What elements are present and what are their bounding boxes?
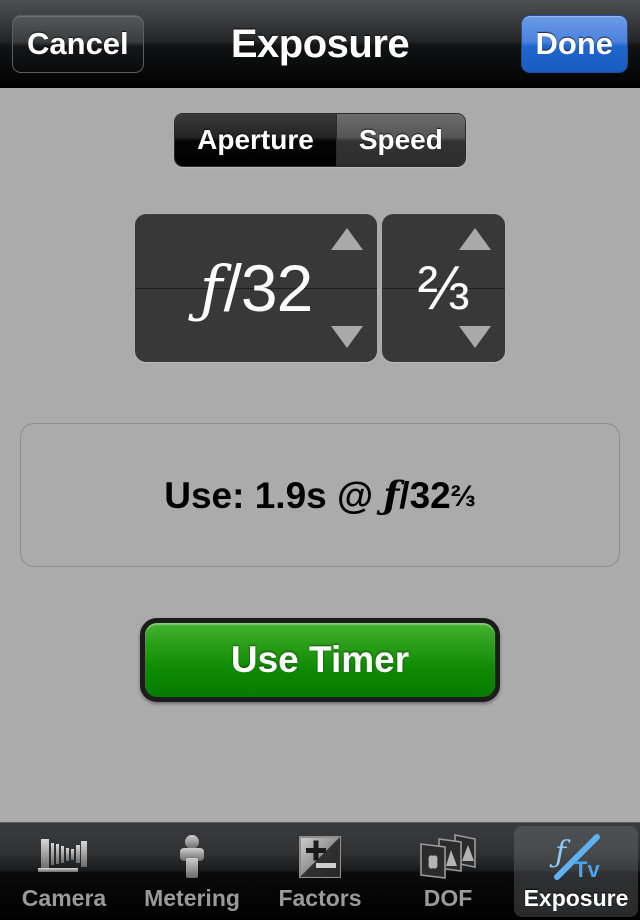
- mode-segmented-control-container: Aperture Speed: [0, 113, 640, 167]
- aperture-fraction-stepper[interactable]: ⅔: [382, 214, 505, 362]
- tab-exposure-label: Exposure: [523, 885, 629, 911]
- cancel-button-label: Cancel: [27, 25, 129, 61]
- use-timer-label: Use Timer: [230, 639, 410, 680]
- plus-minus-icon: [296, 831, 344, 883]
- result-prefix: Use: 1.9s @: [164, 475, 384, 516]
- tab-dof-label: DOF: [423, 885, 473, 911]
- segment-aperture-label: Aperture: [197, 124, 314, 155]
- result-aperture: /32: [399, 475, 451, 516]
- page-title-text: Exposure: [230, 21, 410, 66]
- tab-metering[interactable]: Metering: [130, 826, 254, 917]
- tab-camera-label: Camera: [21, 885, 107, 911]
- view-camera-icon: [33, 831, 95, 883]
- navigation-bar: Cancel Exposure Done: [0, 0, 640, 88]
- segment-speed-label: Speed: [358, 124, 443, 155]
- done-button[interactable]: Done: [520, 14, 628, 73]
- use-timer-container: Use Timer: [0, 618, 640, 702]
- done-button-label: Done: [535, 25, 614, 61]
- triangle-down-icon[interactable]: [459, 326, 491, 348]
- cancel-button[interactable]: Cancel: [12, 14, 144, 73]
- result-panel: Use: 1.9s @ ƒ/32⅔: [20, 423, 620, 567]
- exposure-screen: Cancel Exposure Done Aperture Speed ƒ /3…: [0, 0, 640, 920]
- result-text: Use: 1.9s @ ƒ/32⅔: [164, 473, 476, 517]
- aperture-value-stepper[interactable]: ƒ /32: [135, 214, 377, 362]
- use-timer-button[interactable]: Use Timer: [140, 618, 500, 702]
- tab-factors-label: Factors: [278, 885, 362, 911]
- tab-metering-label: Metering: [144, 885, 240, 911]
- aperture-number: /32: [223, 251, 314, 325]
- triangle-down-icon[interactable]: [331, 326, 363, 348]
- light-meter-icon: [168, 831, 216, 883]
- mode-segmented-control[interactable]: Aperture Speed: [174, 113, 466, 167]
- aperture-stepper-group: ƒ /32 ⅔: [0, 214, 640, 362]
- triangle-up-icon[interactable]: [459, 228, 491, 250]
- tab-factors[interactable]: Factors: [258, 826, 382, 917]
- segment-speed[interactable]: Speed: [335, 114, 465, 166]
- tab-exposure[interactable]: ƒ Tv Exposure: [514, 826, 638, 917]
- result-f-glyph: ƒ: [383, 473, 400, 517]
- result-fraction: ⅔: [450, 480, 476, 513]
- f-stop-glyph: ƒ: [199, 251, 223, 325]
- tab-bar: Camera Metering Factors DOF ƒ Tv Exposur…: [0, 822, 640, 920]
- tab-dof[interactable]: DOF: [386, 826, 510, 917]
- f-tv-icon: ƒ Tv: [541, 831, 611, 883]
- segment-aperture[interactable]: Aperture: [175, 114, 336, 166]
- triangle-up-icon[interactable]: [331, 228, 363, 250]
- svg-text:Tv: Tv: [574, 857, 600, 882]
- tab-camera[interactable]: Camera: [2, 826, 126, 917]
- depth-planes-icon: [417, 831, 479, 883]
